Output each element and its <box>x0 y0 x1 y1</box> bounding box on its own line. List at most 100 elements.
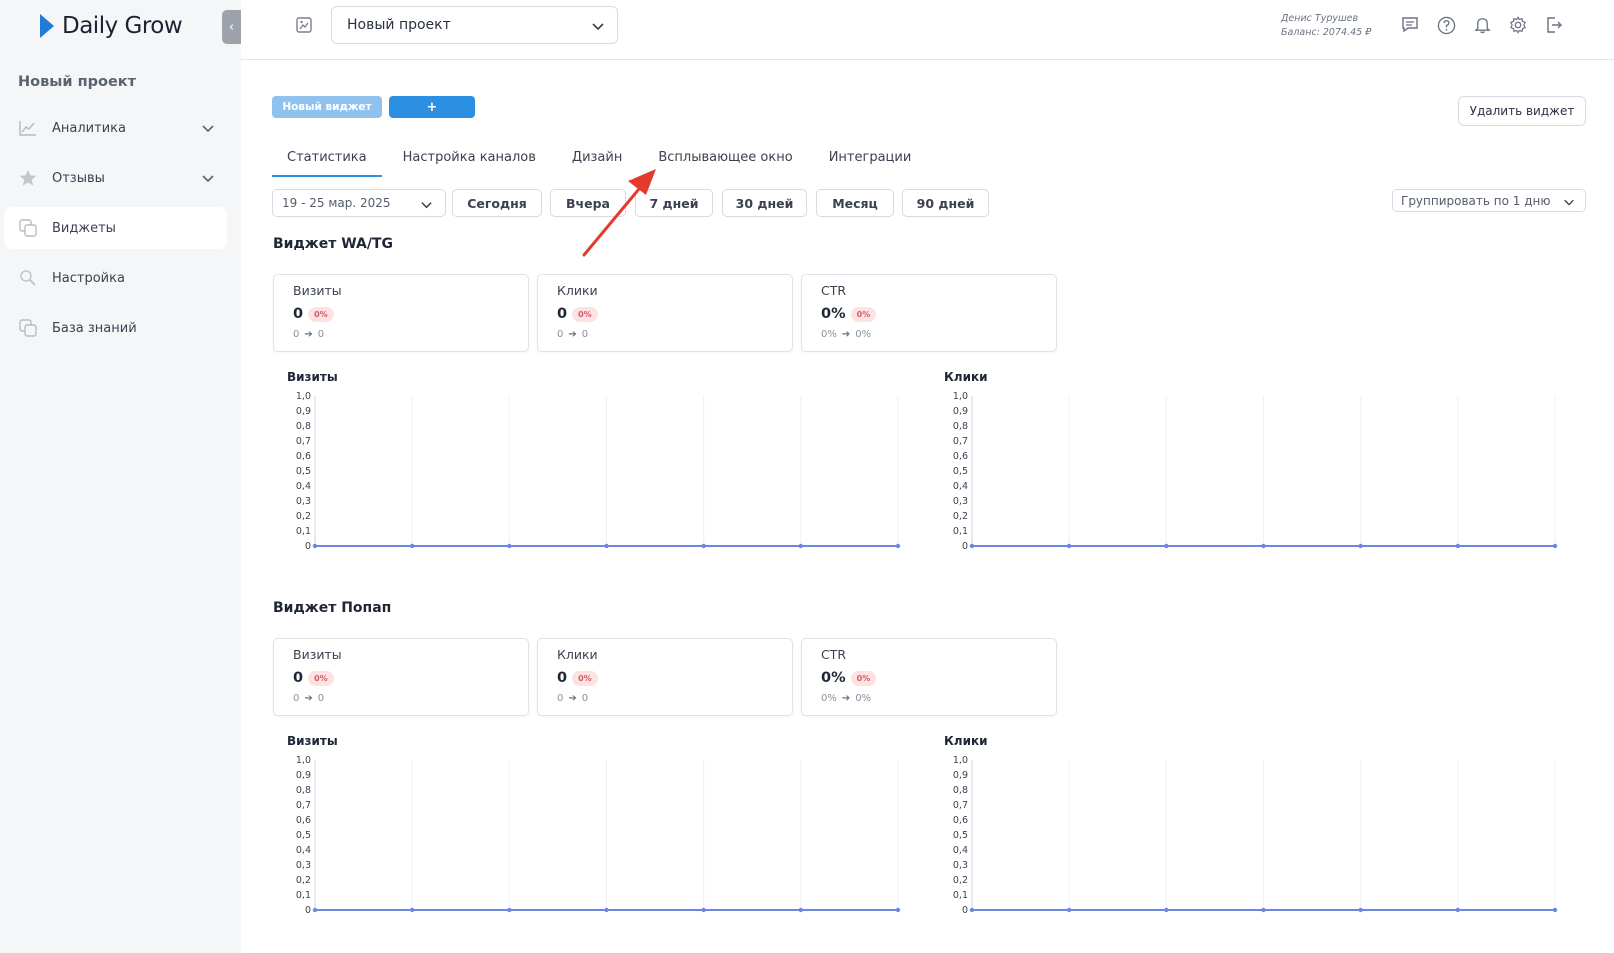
data-point[interactable] <box>507 907 512 913</box>
data-point[interactable] <box>1455 543 1461 549</box>
data-point[interactable] <box>409 543 415 549</box>
data-point[interactable] <box>1164 543 1169 549</box>
filter-today-button[interactable]: Сегодня <box>452 189 542 217</box>
y-tick-label: 0,2 <box>953 875 968 886</box>
gear-icon[interactable] <box>1500 14 1536 36</box>
y-tick-label: 1,0 <box>296 755 311 766</box>
y-tick-label: 0,5 <box>296 830 311 841</box>
data-point[interactable] <box>604 907 609 913</box>
data-point[interactable] <box>895 543 901 549</box>
change-badge: 0% <box>850 670 877 686</box>
data-point[interactable] <box>701 543 706 549</box>
image-widget-icon[interactable] <box>295 16 313 38</box>
y-tick-label: 0,6 <box>296 451 311 462</box>
data-point[interactable] <box>1455 907 1461 913</box>
chat-icon[interactable] <box>1392 14 1428 36</box>
widget-tabs: Статистика Настройка каналов Дизайн Вспл… <box>272 147 932 177</box>
sidebar-collapse-button[interactable]: ‹ <box>222 10 241 44</box>
data-point[interactable] <box>1164 907 1169 913</box>
y-tick-label: 0,4 <box>296 481 311 492</box>
sidebar-item-reviews[interactable]: Отзывы <box>4 157 227 199</box>
tab-popup[interactable]: Всплывающее окно <box>643 147 807 177</box>
card-from: 0% <box>821 693 837 704</box>
tab-statistics[interactable]: Статистика <box>272 147 382 177</box>
bell-icon[interactable] <box>1464 14 1500 36</box>
sidebar-item-settings[interactable]: Настройка <box>4 257 227 299</box>
tab-design[interactable]: Дизайн <box>557 147 637 177</box>
group-by-value: Группировать по 1 дню <box>1401 193 1551 208</box>
data-point[interactable] <box>969 907 975 913</box>
sidebar-item-analytics[interactable]: Аналитика <box>4 107 227 149</box>
metric-card-visits: Визиты 0 0% 0 ➔ 0 <box>273 638 529 716</box>
y-tick-label: 0,1 <box>953 526 968 537</box>
data-point[interactable] <box>1552 543 1558 549</box>
data-point[interactable] <box>798 907 804 913</box>
card-to: 0 <box>317 693 325 704</box>
add-widget-button[interactable]: + <box>389 96 475 118</box>
filter-7-days-button[interactable]: 7 дней <box>635 189 713 217</box>
data-point[interactable] <box>701 907 706 913</box>
help-icon[interactable] <box>1428 14 1464 36</box>
sidebar-item-widgets[interactable]: Виджеты <box>4 207 227 249</box>
card-value: 0 <box>557 670 568 686</box>
data-point[interactable] <box>507 543 512 549</box>
data-point[interactable] <box>1066 907 1072 913</box>
metric-cards: Визиты 0 0% 0 ➔ 0 Клики 0 0% 0 ➔ 0 CTR 0% 0% 0%… <box>273 638 1065 716</box>
data-point[interactable] <box>1358 907 1363 913</box>
data-point[interactable] <box>1358 543 1363 549</box>
group-by-select[interactable]: Группировать по 1 дню <box>1392 189 1586 212</box>
logo[interactable]: Daily Grow <box>40 10 183 42</box>
date-range-picker[interactable]: 19 - 25 мар. 2025 <box>272 189 446 217</box>
data-point[interactable] <box>895 907 901 913</box>
y-tick-label: 0,5 <box>953 466 968 477</box>
y-tick-label: 0 <box>305 541 311 552</box>
y-tick-label: 0,1 <box>296 890 311 901</box>
y-tick-label: 1,0 <box>296 391 311 402</box>
y-tick-label: 0,8 <box>953 785 968 796</box>
data-point[interactable] <box>1066 543 1072 549</box>
logout-icon[interactable] <box>1536 14 1572 36</box>
tab-integrations[interactable]: Интеграции <box>814 147 927 177</box>
y-tick-label: 0 <box>305 905 311 916</box>
sidebar-item-knowledge-base[interactable]: База знаний <box>4 307 227 349</box>
section-title: Виджет Попап <box>273 600 392 616</box>
filter-30-days-button[interactable]: 30 дней <box>722 189 807 217</box>
y-tick-label: 0,3 <box>296 860 311 871</box>
new-widget-button[interactable]: Новый виджет <box>272 96 382 118</box>
metric-card-ctr: CTR 0% 0% 0% ➔ 0% <box>801 638 1057 716</box>
data-point[interactable] <box>409 907 415 913</box>
data-point[interactable] <box>1261 543 1266 549</box>
filter-90-days-button[interactable]: 90 дней <box>902 189 989 217</box>
delete-widget-button[interactable]: Удалить виджет <box>1458 96 1586 126</box>
chart-svg: 0 0,1 0,2 0,3 0,4 0,5 0,6 0,7 0,8 0,9 1,0 <box>296 755 901 916</box>
metric-card-clicks: Клики 0 0% 0 ➔ 0 <box>537 638 793 716</box>
data-point[interactable] <box>312 543 318 549</box>
tab-channel-settings[interactable]: Настройка каналов <box>388 147 551 177</box>
y-tick-label: 0,3 <box>296 496 311 507</box>
arrow-right-icon: ➔ <box>568 329 577 340</box>
filters-bar: 19 - 25 мар. 2025 Сегодня Вчера 7 дней 3… <box>272 189 1586 217</box>
data-point[interactable] <box>312 907 318 913</box>
data-point[interactable] <box>1261 907 1266 913</box>
y-tick-label: 0,8 <box>296 785 311 796</box>
card-from: 0 <box>293 693 300 704</box>
filter-month-button[interactable]: Месяц <box>816 189 894 217</box>
data-point[interactable] <box>969 543 975 549</box>
filter-yesterday-button[interactable]: Вчера <box>550 189 626 217</box>
card-to: 0 <box>581 329 589 340</box>
data-point[interactable] <box>798 543 804 549</box>
data-point[interactable] <box>1552 907 1558 913</box>
chevron-down-icon[interactable] <box>201 170 215 189</box>
y-tick-label: 0,9 <box>953 406 968 417</box>
card-title: CTR <box>821 283 847 298</box>
y-tick-label: 0,6 <box>296 815 311 826</box>
card-value: 0 <box>293 670 304 686</box>
arrow-right-icon: ➔ <box>304 329 313 340</box>
card-title: Визиты <box>293 647 342 662</box>
chevron-down-icon[interactable] <box>201 120 215 139</box>
project-select[interactable]: Новый проект <box>331 6 618 44</box>
user-info[interactable]: Денис Турушев Баланс: 2074.45 ₽ <box>1281 12 1371 40</box>
widgets-icon <box>18 218 38 238</box>
data-point[interactable] <box>604 543 609 549</box>
y-tick-label: 0,8 <box>953 421 968 432</box>
